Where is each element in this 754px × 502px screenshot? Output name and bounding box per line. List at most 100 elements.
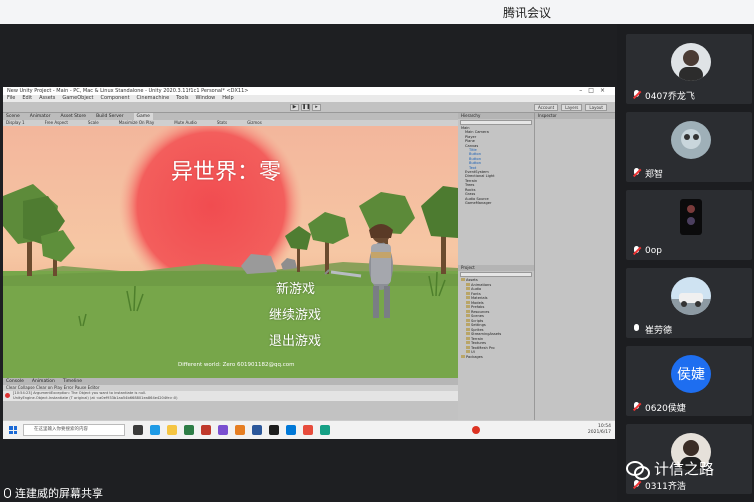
project-folder-label: Scenes [471, 314, 484, 318]
system-tray-clock[interactable]: 10:54 2021/6/17 [588, 424, 611, 436]
chrome-icon[interactable] [184, 425, 194, 435]
hierarchy-item[interactable]: GameManager [458, 201, 534, 205]
exit-game-button[interactable]: 退出游戏 [269, 330, 321, 349]
tab-game[interactable]: Game [133, 113, 153, 120]
app-icon[interactable] [303, 425, 313, 435]
window-controls[interactable]: –□× [579, 87, 611, 95]
participant-label: 崔劳德 [632, 323, 672, 336]
console-error-row[interactable]: [10:54:23] ArgumentException: The Object… [3, 391, 458, 401]
vscode-icon[interactable] [286, 425, 296, 435]
menu-file[interactable]: File [7, 95, 15, 102]
project-folder-label: Sprites [471, 327, 484, 332]
project-folder-item[interactable]: Packages [458, 354, 534, 360]
layout-dropdown[interactable]: Layout [585, 104, 607, 111]
game-view-panel: Scene Animator Asset Store Build Server … [3, 113, 458, 439]
participant-name: 0407乔龙飞 [645, 91, 695, 102]
mic-icon [632, 324, 641, 334]
menu-assets[interactable]: Assets [39, 95, 55, 102]
menu-edit[interactable]: Edit [22, 95, 32, 102]
edge-icon[interactable] [150, 425, 160, 435]
tab-build-server[interactable]: Build Server [96, 113, 123, 120]
menu-tools[interactable]: Tools [176, 95, 188, 102]
unity-icon[interactable] [269, 425, 279, 435]
avatar [680, 199, 702, 235]
windows-start-icon[interactable] [9, 426, 17, 434]
hierarchy-tab[interactable]: Hierarchy [458, 113, 534, 119]
word-icon[interactable] [252, 425, 262, 435]
app-title: 腾讯会议 [502, 6, 551, 20]
menu-cinemachine[interactable]: Cinemachine [137, 95, 170, 102]
continue-game-button[interactable]: 继续游戏 [269, 304, 321, 323]
tab-timeline[interactable]: Timeline [63, 378, 82, 385]
participant-name: 0311齐浩 [645, 481, 686, 492]
menu-window[interactable]: Window [196, 95, 216, 102]
tab-scene[interactable]: Scene [6, 113, 20, 120]
app-icon[interactable] [320, 425, 330, 435]
folder-icon [466, 323, 470, 326]
folder-icon [461, 278, 465, 281]
project-folder-label: Scripts [471, 318, 484, 323]
participant-tile[interactable]: 0op [626, 190, 752, 260]
muted-mic-icon [632, 402, 641, 412]
view-tabs: Scene Animator Asset Store Build Server … [3, 113, 458, 120]
avatar-initials: 侯婕 [677, 367, 705, 383]
app-icon[interactable] [201, 425, 211, 435]
hierarchy-search-input[interactable] [460, 120, 532, 125]
project-panel: Project Assets Animations Audio Fonts Materi… [458, 265, 535, 439]
app-icon[interactable] [218, 425, 228, 435]
step-button[interactable]: ▸ [312, 104, 321, 111]
app-icon[interactable] [235, 425, 245, 435]
project-folder-label: UI [471, 350, 475, 354]
tab-animation[interactable]: Animation [32, 378, 55, 385]
project-folder-label: Textures [471, 341, 487, 345]
tray-date: 2021/6/17 [587, 430, 611, 435]
project-folder-label: Settings [471, 323, 486, 327]
participant-list: 0407乔龙飞 郑智 0op 崔劳德 侯婕 0620侯婕 0311齐浩 [623, 34, 754, 502]
participant-tile[interactable]: 侯婕 0620侯婕 [626, 346, 752, 416]
folder-icon [466, 345, 470, 349]
toolbar-right: Account Layers Layout [533, 104, 607, 111]
tab-animator[interactable]: Animator [30, 113, 51, 120]
tab-asset-store[interactable]: Asset Store [60, 113, 86, 120]
play-button[interactable]: ▶ [290, 104, 299, 111]
muted-mic-icon [632, 90, 641, 100]
menu-gameobject[interactable]: GameObject [62, 95, 93, 102]
account-dropdown[interactable]: Account [533, 104, 559, 111]
folder-icon [466, 305, 470, 308]
project-folder-label: Materials [471, 296, 488, 300]
project-folder-label: Models [471, 300, 484, 305]
layers-dropdown[interactable]: Layers [561, 104, 583, 111]
project-search-input[interactable] [460, 272, 532, 277]
menu-component[interactable]: Component [101, 95, 130, 102]
file-explorer-icon[interactable] [167, 425, 177, 435]
muted-mic-icon [632, 480, 641, 490]
project-folder-label: Fonts [471, 291, 481, 296]
avatar: 侯婕 [671, 355, 711, 393]
folder-icon [466, 291, 470, 295]
menu-help[interactable]: Help [222, 95, 233, 102]
participant-tile[interactable]: 崔劳德 [626, 268, 752, 338]
project-folder-label: Animations [471, 282, 492, 287]
project-tree: Assets Animations Audio Fonts Materials Model… [458, 278, 534, 359]
error-icon [5, 393, 10, 398]
project-tab[interactable]: Project [458, 265, 534, 271]
hierarchy-panel: Hierarchy Main Main Camera Player Plane Canv… [458, 113, 535, 265]
participant-name: 0620侯婕 [645, 403, 686, 414]
folder-icon [466, 309, 470, 313]
inspector-tab[interactable]: Inspector [535, 113, 615, 119]
participant-label: 郑智 [632, 167, 663, 180]
folder-icon [466, 350, 470, 353]
unity-menubar: File Edit Assets GameObject Component Ci… [3, 95, 615, 102]
participant-tile[interactable]: 郑智 [626, 112, 752, 182]
folder-icon [466, 318, 470, 322]
pause-button[interactable]: ❚❚ [301, 104, 310, 111]
participant-name: 0op [645, 246, 662, 256]
task-view-icon[interactable] [133, 425, 143, 435]
screen-share-label: 连建威的屏幕共享 [4, 485, 103, 501]
new-game-button[interactable]: 新游戏 [276, 278, 315, 297]
tab-console[interactable]: Console [6, 378, 24, 385]
project-folder-label: TextMesh Pro [471, 345, 495, 350]
taskbar-search-input[interactable]: 在这里输入你要搜索的内容 [23, 424, 125, 436]
editor-right-panels: Hierarchy Main Main Camera Player Plane Canv… [458, 113, 615, 439]
participant-tile[interactable]: 0407乔龙飞 [626, 34, 752, 104]
